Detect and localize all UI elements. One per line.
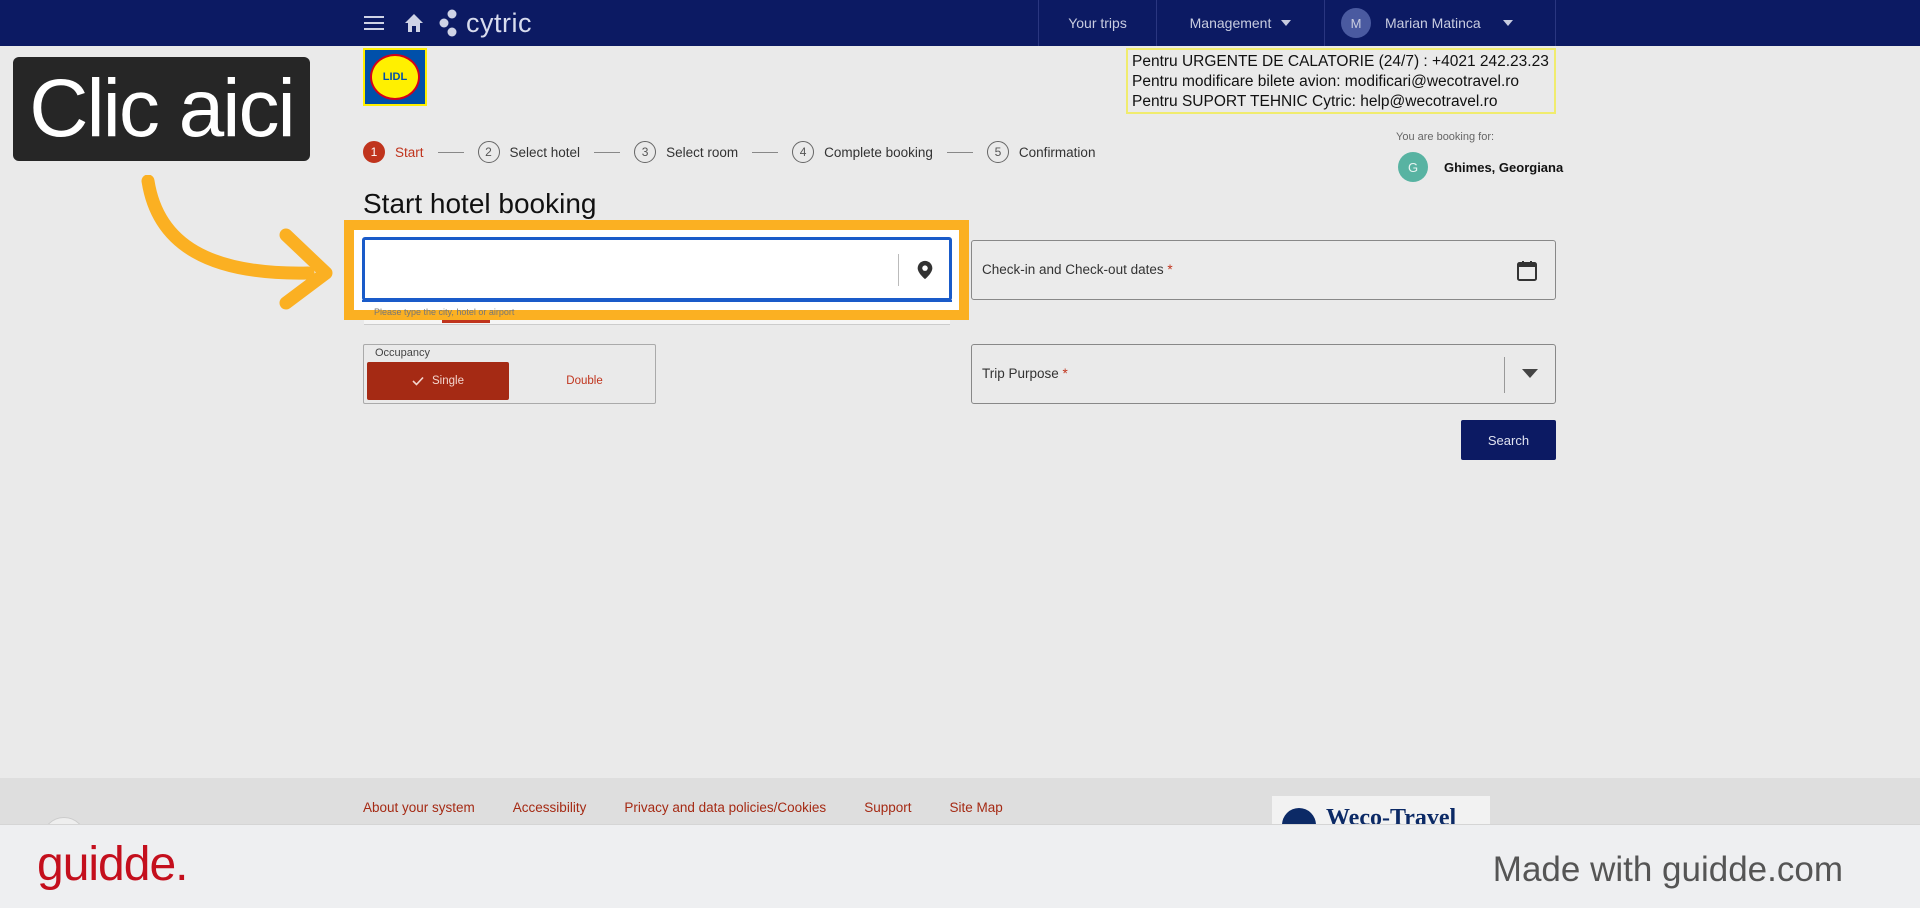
destination-hint-strip [364, 320, 950, 325]
pointer-arrow-icon [141, 175, 333, 310]
dropdown-arrow-icon[interactable] [1522, 369, 1538, 378]
help-fab-icon[interactable] [42, 817, 86, 824]
destination-hint: Please type the city, hotel or airport [374, 307, 515, 317]
footer-links: About your system Accessibility Privacy … [363, 800, 1003, 815]
step-complete-booking: 4 Complete booking [792, 141, 933, 163]
footer-link-sitemap[interactable]: Site Map [949, 800, 1002, 815]
partner-logo: Weco-Travel [1272, 796, 1490, 824]
occupancy-single-button[interactable]: Single [367, 362, 509, 400]
booking-traveler[interactable]: G Ghimes, Georgiana [1398, 152, 1563, 182]
traveler-name: Ghimes, Georgiana [1444, 159, 1564, 175]
chevron-down-icon [1502, 20, 1513, 26]
field-divider [898, 254, 899, 286]
step-label: Confirmation [1018, 144, 1096, 160]
booking-stepper: 1 Start 2 Select hotel 3 Select room 4 C… [363, 141, 1095, 163]
purpose-label: Trip Purpose * [982, 366, 1068, 381]
page-title: Start hotel booking [363, 188, 597, 219]
hamburger-menu-icon[interactable] [362, 12, 386, 34]
traveler-avatar: G [1398, 152, 1428, 182]
step-number: 3 [634, 141, 657, 163]
step-label: Select hotel [509, 144, 581, 160]
contact-line-flights: Pentru modificare bilete avion: modifica… [1132, 73, 1520, 90]
dates-label-text: Check-in and Check-out dates [982, 262, 1164, 277]
destination-field[interactable] [362, 237, 952, 301]
nav-management[interactable]: Management [1156, 0, 1324, 46]
double-label: Double [566, 375, 603, 387]
guidde-banner: guidde. Made with guidde.com [0, 824, 1920, 908]
dates-label: Check-in and Check-out dates * [982, 262, 1173, 277]
partner-logo-text: Weco-Travel [1326, 805, 1457, 824]
contact-line-emergency: Pentru URGENTE DE CALATORIE (24/7) : +40… [1132, 53, 1549, 70]
company-logo: LIDL [363, 48, 427, 106]
calendar-icon[interactable] [1515, 259, 1539, 283]
user-avatar: M [1341, 8, 1371, 38]
page-footer: About your system Accessibility Privacy … [0, 778, 1920, 824]
check-in-out-dates-field[interactable]: Check-in and Check-out dates * [971, 240, 1556, 300]
destination-focus-underline [362, 300, 952, 302]
guidde-logo: guidde. [37, 838, 188, 891]
trip-purpose-select[interactable]: Trip Purpose * [971, 344, 1556, 404]
step-label: Complete booking [824, 144, 933, 160]
top-navigation-bar: cytric Your trips Management M Marian Ma… [0, 0, 1920, 46]
destination-input[interactable] [371, 246, 891, 292]
occupancy-double-button[interactable]: Double [515, 362, 654, 400]
step-number: 1 [363, 141, 385, 163]
footer-link-accessibility[interactable]: Accessibility [513, 800, 587, 815]
company-logo-text: LIDL [370, 54, 420, 100]
globe-icon [1282, 808, 1316, 824]
footer-link-about[interactable]: About your system [363, 800, 475, 815]
home-icon[interactable] [402, 11, 426, 35]
instruction-callout: Clic aici [13, 57, 310, 161]
step-divider [437, 151, 464, 153]
user-menu[interactable]: M Marian Matinca [1324, 0, 1556, 46]
step-number: 5 [986, 141, 1009, 163]
chevron-down-icon [1281, 20, 1292, 26]
booking-for-label: You are booking for: [1396, 131, 1495, 143]
single-label: Single [432, 375, 464, 387]
nav-management-label: Management [1189, 15, 1272, 31]
required-mark: * [1167, 262, 1173, 277]
user-name: Marian Matinca [1385, 15, 1481, 31]
required-mark: * [1062, 366, 1068, 381]
nav-your-trips[interactable]: Your trips [1038, 0, 1156, 46]
cytric-dots-icon [439, 9, 457, 37]
step-label: Select room [666, 144, 739, 160]
step-divider [946, 151, 973, 153]
made-with-text: Made with guidde.com [1492, 850, 1843, 889]
step-confirmation: 5 Confirmation [986, 141, 1096, 163]
step-divider [594, 151, 621, 153]
step-select-room: 3 Select room [634, 141, 738, 163]
step-divider [752, 151, 779, 153]
field-divider [1504, 357, 1505, 393]
step-select-hotel: 2 Select hotel [477, 141, 581, 163]
step-number: 2 [477, 141, 500, 163]
step-number: 4 [792, 141, 815, 163]
hint-accent [442, 320, 490, 323]
occupancy-toggle-group: Occupancy Single Double [363, 344, 656, 404]
location-pin-icon[interactable] [914, 258, 936, 282]
step-label: Start [395, 144, 424, 160]
cytric-logo[interactable]: cytric [438, 6, 532, 40]
contact-line-support: Pentru SUPORT TEHNIC Cytric: help@wecotr… [1132, 93, 1498, 110]
cytric-logo-text: cytric [466, 7, 532, 38]
step-start: 1 Start [363, 141, 424, 163]
emergency-contact-box: Pentru URGENTE DE CALATORIE (24/7) : +40… [1126, 48, 1556, 114]
purpose-label-text: Trip Purpose [982, 366, 1059, 381]
checkmark-icon [412, 376, 424, 386]
top-nav: Your trips Management M Marian Matinca [1038, 0, 1556, 46]
search-button[interactable]: Search [1461, 420, 1556, 460]
footer-link-support[interactable]: Support [864, 800, 911, 815]
footer-link-privacy[interactable]: Privacy and data policies/Cookies [624, 800, 826, 815]
occupancy-label: Occupancy [375, 347, 431, 359]
